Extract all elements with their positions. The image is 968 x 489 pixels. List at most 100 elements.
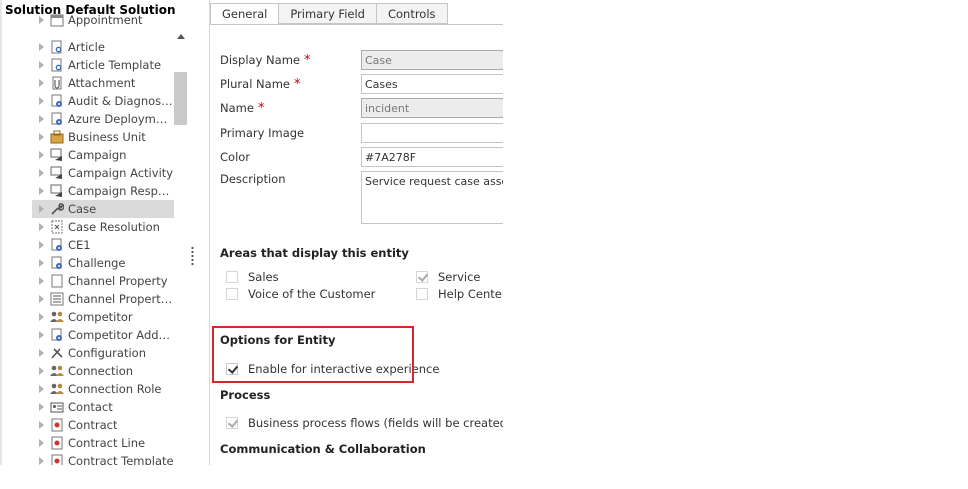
- splitter-grip-icon[interactable]: [191, 246, 194, 266]
- tree-item-channel-property-g[interactable]: Channel Property G...: [32, 290, 174, 308]
- contact-card-icon: [50, 400, 64, 414]
- expand-arrow-icon[interactable]: [36, 330, 46, 340]
- sales-checkbox[interactable]: [226, 271, 238, 283]
- expand-arrow-icon[interactable]: [36, 294, 46, 304]
- expand-arrow-icon[interactable]: [36, 42, 46, 52]
- expand-arrow-icon[interactable]: [36, 258, 46, 268]
- tab-primary-field[interactable]: Primary Field: [279, 3, 377, 24]
- tree-item-connection[interactable]: Connection: [32, 362, 174, 380]
- expand-arrow-icon[interactable]: [36, 150, 46, 160]
- plural-name-input[interactable]: Cases: [361, 74, 503, 94]
- tree-item-channel-property[interactable]: Channel Property: [32, 272, 174, 290]
- area-sales[interactable]: Sales: [226, 270, 279, 284]
- article-icon: [50, 40, 64, 54]
- expand-arrow-icon[interactable]: [36, 312, 46, 322]
- process-section-title: Process: [220, 388, 271, 402]
- primary-image-label: Primary Image: [220, 126, 305, 140]
- areas-section-title: Areas that display this entity: [220, 246, 409, 260]
- tree-item-appointment[interactable]: Appointment: [32, 11, 174, 29]
- expand-arrow-icon[interactable]: [36, 204, 46, 214]
- expand-arrow-icon[interactable]: [36, 168, 46, 178]
- tree-item-configuration[interactable]: Configuration: [32, 344, 174, 362]
- campaign-activity-icon: [50, 166, 64, 180]
- expand-arrow-icon[interactable]: [36, 60, 46, 70]
- primary-image-input[interactable]: [361, 123, 503, 143]
- tree-item-label: Article: [68, 40, 105, 54]
- tree-item-attachment[interactable]: Attachment: [32, 74, 174, 92]
- scroll-up-arrow-icon[interactable]: [177, 34, 185, 39]
- tree-item-campaign-activity[interactable]: Campaign Activity: [32, 164, 174, 182]
- tree-item-campaign-response[interactable]: Campaign Response: [32, 182, 174, 200]
- tree-scrollbar[interactable]: [174, 20, 188, 465]
- tree-item-contract-template[interactable]: Contract Template: [32, 452, 174, 465]
- attachment-icon: [50, 76, 64, 90]
- expand-arrow-icon[interactable]: [36, 384, 46, 394]
- expand-arrow-icon[interactable]: [36, 114, 46, 124]
- help-center-checkbox[interactable]: [416, 288, 428, 300]
- expand-arrow-icon[interactable]: [36, 420, 46, 430]
- tree-item-article[interactable]: Article: [32, 38, 174, 56]
- tab-general[interactable]: General: [210, 3, 280, 25]
- expand-arrow-icon[interactable]: [36, 15, 46, 25]
- expand-arrow-icon[interactable]: [36, 222, 46, 232]
- tree-item-contract-line[interactable]: Contract Line: [32, 434, 174, 452]
- expand-arrow-icon[interactable]: [36, 186, 46, 196]
- tree-item-label: Business Unit: [68, 130, 146, 144]
- expand-arrow-icon[interactable]: [36, 240, 46, 250]
- tree-item-label: CE1: [68, 238, 91, 252]
- tree-item-label: Contract: [68, 418, 118, 432]
- connection-icon: [50, 364, 64, 378]
- tree-item-label: Competitor Address: [68, 328, 174, 342]
- tree-item-ce1[interactable]: CE1: [32, 236, 174, 254]
- display-name-label: Display Name *: [220, 53, 311, 68]
- color-label: Color: [220, 150, 251, 164]
- pane-splitter[interactable]: [189, 0, 197, 465]
- business-process-flows-option[interactable]: Business process flows (fields will be c…: [226, 416, 503, 430]
- tree-item-connection-role[interactable]: Connection Role: [32, 380, 174, 398]
- entity-form: General Primary Field Controls Display N…: [209, 0, 503, 465]
- tree-item-challenge[interactable]: Challenge: [32, 254, 174, 272]
- expand-arrow-icon[interactable]: [36, 78, 46, 88]
- tree-item-case-resolution[interactable]: Case Resolution: [32, 218, 174, 236]
- voice-of-customer-checkbox[interactable]: [226, 288, 238, 300]
- color-input[interactable]: #7A278F: [361, 147, 503, 167]
- tree-item-contact[interactable]: Contact: [32, 398, 174, 416]
- tree-item-contract[interactable]: Contract: [32, 416, 174, 434]
- tree-item-label: Connection: [68, 364, 134, 378]
- tree-item-azure-deployment[interactable]: Azure Deployment: [32, 110, 174, 128]
- description-label: Description: [220, 172, 286, 186]
- expand-arrow-icon[interactable]: [36, 276, 46, 286]
- bpf-checkbox[interactable]: [226, 417, 238, 429]
- property-group-icon: [50, 292, 64, 306]
- tree-item-business-unit[interactable]: Business Unit: [32, 128, 174, 146]
- tree-item-label: Contract Template: [68, 454, 174, 465]
- expand-arrow-icon[interactable]: [36, 438, 46, 448]
- cog-document-icon: [50, 328, 64, 342]
- service-checkbox[interactable]: [416, 271, 428, 283]
- tab-controls[interactable]: Controls: [376, 3, 448, 24]
- wrench-icon: [50, 202, 64, 216]
- tree-item-case[interactable]: Case: [32, 200, 174, 218]
- area-voice-of-customer[interactable]: Voice of the Customer: [226, 287, 375, 301]
- case-resolution-icon: [50, 220, 64, 234]
- expand-arrow-icon[interactable]: [36, 456, 46, 465]
- tree-item-competitor[interactable]: Competitor: [32, 308, 174, 326]
- tree-item-campaign[interactable]: Campaign: [32, 146, 174, 164]
- tree-item-label: Competitor: [68, 310, 133, 324]
- area-help-center[interactable]: Help Center: [416, 287, 503, 301]
- tree-item-article-template[interactable]: Article Template: [32, 56, 174, 74]
- description-textarea[interactable]: Service request case associat: [361, 171, 503, 224]
- area-service[interactable]: Service: [416, 270, 481, 284]
- display-name-input[interactable]: Case: [361, 50, 503, 70]
- document-icon: [50, 274, 64, 288]
- scroll-thumb[interactable]: [174, 72, 187, 125]
- tree-item-audit-diagnostic[interactable]: Audit & Diagnostic...: [32, 92, 174, 110]
- expand-arrow-icon[interactable]: [36, 348, 46, 358]
- communication-section-title: Communication & Collaboration: [220, 442, 426, 456]
- required-marker: *: [257, 101, 265, 116]
- expand-arrow-icon[interactable]: [36, 96, 46, 106]
- expand-arrow-icon[interactable]: [36, 132, 46, 142]
- expand-arrow-icon[interactable]: [36, 402, 46, 412]
- expand-arrow-icon[interactable]: [36, 366, 46, 376]
- tree-item-competitor-address[interactable]: Competitor Address: [32, 326, 174, 344]
